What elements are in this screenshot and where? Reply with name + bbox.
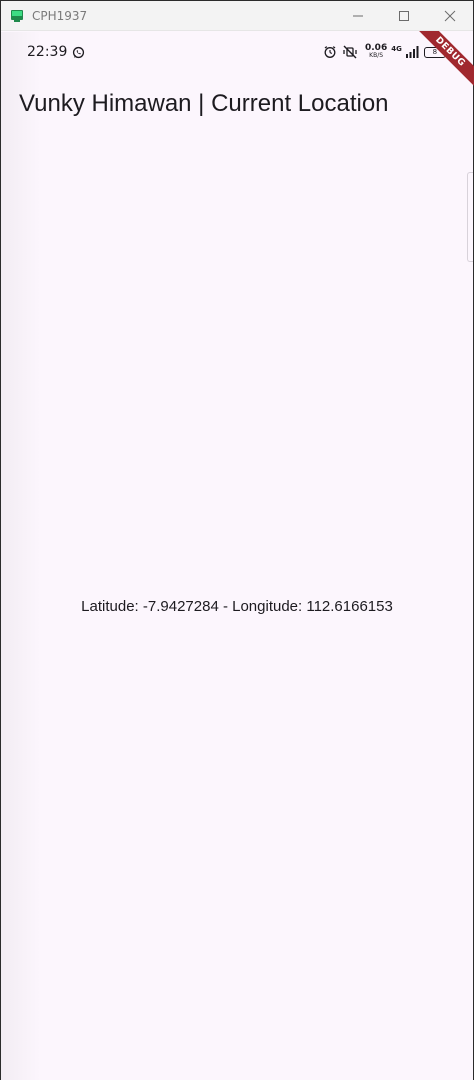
window-title: CPH1937 <box>32 8 88 23</box>
edge-shadow <box>1 32 41 1080</box>
status-time: 22:39 <box>27 44 68 60</box>
signal-icon <box>405 46 419 58</box>
minimize-icon <box>353 15 363 17</box>
emulator-window: CPH1937 22:39 0.06 KB/S 4G 8 Vunky Himaw… <box>0 0 474 1080</box>
close-button[interactable] <box>427 1 473 31</box>
battery-icon: 8 <box>423 46 449 58</box>
whatsapp-icon <box>72 46 85 64</box>
minimize-button[interactable] <box>335 1 381 31</box>
maximize-icon <box>399 11 409 21</box>
window-controls <box>335 1 473 31</box>
status-bar: 22:39 0.06 KB/S 4G 8 <box>1 32 473 72</box>
network-speed-value: 0.06 <box>365 43 388 53</box>
phone-screen: 22:39 0.06 KB/S 4G 8 Vunky Himawan | Cur… <box>1 32 473 1080</box>
edge-handle <box>467 172 473 262</box>
emulator-app-icon <box>10 9 24 23</box>
location-coordinates: Latitude: -7.9427284 - Longitude: 112.61… <box>81 598 393 615</box>
mute-vibrate-icon <box>343 45 357 59</box>
network-type: 4G <box>391 45 402 53</box>
page-title: Vunky Himawan | Current Location <box>19 90 389 117</box>
alarm-icon <box>324 46 336 58</box>
window-titlebar[interactable]: CPH1937 <box>1 1 473 31</box>
status-icons: 0.06 KB/S 4G 8 <box>323 43 449 60</box>
network-speed: 0.06 KB/S <box>365 43 388 60</box>
network-speed-unit: KB/S <box>369 52 384 59</box>
maximize-button[interactable] <box>381 1 427 31</box>
close-icon <box>444 10 456 22</box>
battery-level: 8 <box>432 47 438 56</box>
